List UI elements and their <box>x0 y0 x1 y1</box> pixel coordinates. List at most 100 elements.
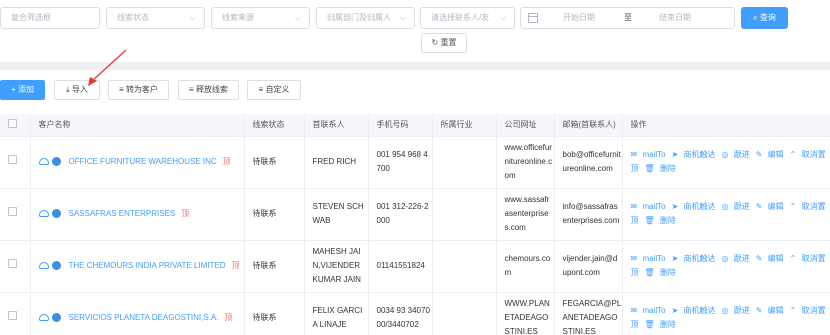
import-button[interactable]: ⤓ 导入 <box>54 80 100 100</box>
source-select[interactable]: 线索来源 ⌵ <box>211 7 310 29</box>
follow-icon: ◎ <box>721 306 729 315</box>
cloud-icon[interactable] <box>38 262 49 270</box>
row-checkbox[interactable] <box>8 259 17 268</box>
customer-name-link[interactable]: OFFICE FURNITURE WAREHOUSE INC <box>69 157 217 166</box>
delete-link[interactable]: 🗑 删除 <box>645 268 679 277</box>
cloud-icon[interactable] <box>38 158 49 166</box>
source-select-placeholder: 线索来源 <box>222 13 254 22</box>
untop-icon: ⌃ <box>789 306 797 315</box>
custom-button[interactable]: ≡ 自定义 <box>247 80 301 100</box>
industry-cell <box>432 240 497 293</box>
table-row[interactable]: THE CHEMOURS INDIA PRIVATE LIMITED 顶 待联系 … <box>0 240 830 293</box>
reach-link[interactable]: ➤ 商机触达 <box>672 254 719 263</box>
industry-cell <box>432 188 497 241</box>
mailto-link-label: mailTo <box>642 254 666 263</box>
edit-icon: ✎ <box>755 306 763 315</box>
actions-cell: ✉ mailTo ➤ 商机触达 ◎ 跟进 ✎ 编辑 ⌃ 取消置顶 🗑 删除 <box>622 292 830 335</box>
industry-cell <box>432 136 497 189</box>
select-all-checkbox[interactable] <box>8 119 17 129</box>
contact-cell: FRED RICH <box>304 136 369 189</box>
delete-link[interactable]: 🗑 删除 <box>645 164 679 173</box>
globe-icon[interactable] <box>51 261 61 271</box>
leads-table: 客户名称 线索状态 首联系人 手机号码 所属行业 公司网址 邮箱(首联系人) 操… <box>0 114 830 335</box>
reach-link-label: 商机触达 <box>683 254 716 263</box>
mailto-link-label: mailTo <box>642 202 666 211</box>
customer-name-link[interactable]: THE CHEMOURS INDIA PRIVATE LIMITED <box>69 261 226 270</box>
composite-filter-input[interactable]: 复合筛选框 <box>0 7 100 29</box>
edit-link[interactable]: ✎ 编辑 <box>756 202 787 211</box>
edit-link[interactable]: ✎ 编辑 <box>756 254 787 263</box>
top-badge: 顶 <box>224 313 233 322</box>
edit-link[interactable]: ✎ 编辑 <box>756 150 787 159</box>
edit-link-label: 编辑 <box>767 150 784 159</box>
mailto-icon: ✉ <box>630 306 638 315</box>
contact-cell: FELIX GARCIA LINAJE <box>304 292 369 335</box>
globe-icon[interactable] <box>51 313 61 323</box>
release-lead-button[interactable]: ≡ 释放线索 <box>178 80 239 100</box>
row-checkbox[interactable] <box>8 207 17 216</box>
add-button[interactable]: + 添加 <box>0 80 45 100</box>
mailto-link-label: mailTo <box>642 306 666 315</box>
reset-button-label: 重置 <box>440 38 457 47</box>
query-button[interactable]: ⌕ 查询 <box>741 7 788 29</box>
follow-link[interactable]: ◎ 跟进 <box>722 202 753 211</box>
mailto-link[interactable]: ✉ mailTo <box>631 254 669 263</box>
header-industry: 所属行业 <box>432 114 497 137</box>
delete-link[interactable]: 🗑 删除 <box>645 320 679 329</box>
header-contact: 首联系人 <box>304 114 369 137</box>
customer-name-cell: OFFICE FURNITURE WAREHOUSE INC 顶 <box>30 136 245 189</box>
edit-icon: ✎ <box>755 254 763 263</box>
globe-icon[interactable] <box>51 209 61 219</box>
mailto-link[interactable]: ✉ mailTo <box>631 306 669 315</box>
website-cell: WWW.PLANETADEAGOSTINI.ES <box>496 292 555 335</box>
contact-select[interactable]: 请选择联系人/友 ⌵ <box>420 7 515 29</box>
chevron-down-icon: ⌵ <box>399 13 406 22</box>
cloud-icon[interactable] <box>38 314 49 322</box>
edit-link[interactable]: ✎ 编辑 <box>756 306 787 315</box>
search-icon: ⌕ <box>753 13 760 22</box>
follow-link-label: 跟进 <box>733 202 750 211</box>
delete-link-label: 删除 <box>659 216 676 225</box>
follow-link[interactable]: ◎ 跟进 <box>722 306 753 315</box>
reach-link[interactable]: ➤ 商机触达 <box>672 150 719 159</box>
reset-button[interactable]: ↻ 重置 <box>421 33 467 53</box>
trash-icon: 🗑 <box>644 164 655 173</box>
untop-icon: ⌃ <box>789 202 797 211</box>
composite-filter-placeholder: 复合筛选框 <box>11 13 51 22</box>
send-icon: ➤ <box>671 254 679 263</box>
follow-link-label: 跟进 <box>733 150 750 159</box>
row-checkbox[interactable] <box>8 311 17 320</box>
website-cell: chemours.com <box>496 240 555 293</box>
row-checkbox[interactable] <box>8 155 17 164</box>
section-divider <box>0 62 830 70</box>
end-date-placeholder: 结束日期 <box>659 13 691 22</box>
follow-link[interactable]: ◎ 跟进 <box>722 150 753 159</box>
globe-icon[interactable] <box>51 157 61 167</box>
reach-link[interactable]: ➤ 商机触达 <box>672 202 719 211</box>
follow-icon: ◎ <box>721 150 729 159</box>
status-select[interactable]: 线索状态 ⌵ <box>106 7 205 29</box>
customer-name-link[interactable]: SASSAFRAS ENTERPRISES <box>69 209 176 218</box>
mailto-link[interactable]: ✉ mailTo <box>631 150 669 159</box>
follow-link[interactable]: ◎ 跟进 <box>722 254 753 263</box>
reach-link-label: 商机触达 <box>683 150 716 159</box>
customer-name-link[interactable]: SERVICIOS PLANETA DEAGOSTINI,S.A. <box>69 313 219 322</box>
reach-link-label: 商机触达 <box>683 306 716 315</box>
header-email: 邮箱(首联系人) <box>554 114 623 137</box>
delete-link[interactable]: 🗑 删除 <box>645 216 679 225</box>
table-row[interactable]: SERVICIOS PLANETA DEAGOSTINI,S.A. 顶 待联系 F… <box>0 292 830 335</box>
phone-cell: 001 312-226-2000 <box>368 188 433 241</box>
list-icon: ≡ <box>189 85 196 94</box>
dept-owner-select[interactable]: 归属部门及归属人 ⌵ <box>316 7 415 29</box>
reach-link[interactable]: ➤ 商机触达 <box>672 306 719 315</box>
table-row[interactable]: OFFICE FURNITURE WAREHOUSE INC 顶 待联系 FRED… <box>0 136 830 189</box>
trash-icon: 🗑 <box>644 216 655 225</box>
chevron-down-icon: ⌵ <box>499 13 506 22</box>
table-row[interactable]: SASSAFRAS ENTERPRISES 顶 待联系 STEVEN SCHWAB… <box>0 188 830 241</box>
customer-name-cell: SASSAFRAS ENTERPRISES 顶 <box>30 188 245 241</box>
mailto-link[interactable]: ✉ mailTo <box>631 202 669 211</box>
customer-name-cell: SERVICIOS PLANETA DEAGOSTINI,S.A. 顶 <box>30 292 245 335</box>
to-customer-button[interactable]: ≡ 转为客户 <box>108 80 169 100</box>
cloud-icon[interactable] <box>38 210 49 218</box>
date-range-picker[interactable]: 开始日期 至 结束日期 <box>520 7 735 29</box>
